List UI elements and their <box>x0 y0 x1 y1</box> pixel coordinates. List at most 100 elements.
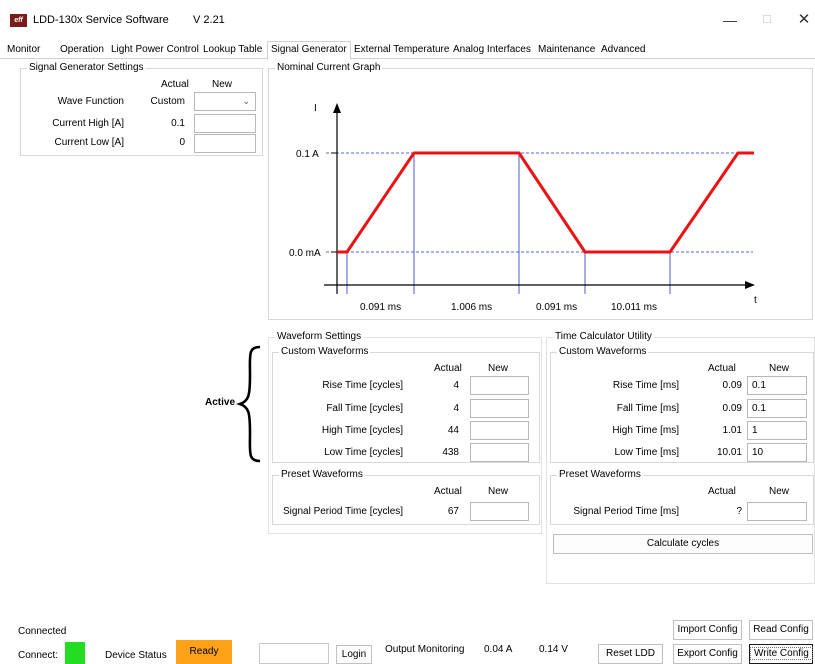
rise-time-cycles-actual: 4 <box>453 380 459 391</box>
app-logo-icon: eff <box>10 14 27 27</box>
high-time-ms-label: High Time [ms] <box>612 425 679 436</box>
low-time-ms-input[interactable]: 10 <box>747 443 807 462</box>
connect-indicator <box>65 642 85 664</box>
calc-preset-waveforms-title: Preset Waveforms <box>557 469 643 480</box>
output-voltage-value: 0.14 V <box>539 644 568 655</box>
high-time-ms-input[interactable]: 1 <box>747 421 807 440</box>
tab-lookup-table[interactable]: Lookup Table <box>200 43 265 59</box>
time-calculator-title: Time Calculator Utility <box>553 331 654 342</box>
current-low-input[interactable] <box>194 134 256 153</box>
tab-analog-interfaces[interactable]: Analog Interfaces <box>450 43 534 59</box>
tab-maintenance[interactable]: Maintenance <box>535 43 598 59</box>
col-new-label: New <box>488 486 509 497</box>
calc-preset-waveforms-group: Preset Waveforms Actual New Signal Perio… <box>550 469 814 525</box>
col-actual-label: Actual <box>434 363 462 374</box>
active-label: Active <box>205 397 236 408</box>
rise-time-cycles-input[interactable] <box>470 376 529 395</box>
tab-operation[interactable]: Operation <box>57 43 107 59</box>
high-time-ms-actual: 1.01 <box>722 425 742 436</box>
low-time-ms-label: Low Time [ms] <box>614 447 679 458</box>
rise-time-ms-input[interactable]: 0.1 <box>747 376 807 395</box>
wave-function-select[interactable]: ⌄ <box>194 92 256 111</box>
chevron-down-icon: ⌄ <box>242 96 250 106</box>
col-new-label: New <box>212 79 233 90</box>
import-config-button[interactable]: Import Config <box>673 620 742 640</box>
preset-waveforms-group: Preset Waveforms Actual New Signal Perio… <box>272 469 540 525</box>
col-actual-label: Actual <box>434 486 462 497</box>
device-status-label: Device Status <box>105 650 167 661</box>
rise-time-ms-actual: 0.09 <box>722 380 742 391</box>
waveform-settings-group: Waveform Settings Custom Waveforms Actua… <box>268 331 542 534</box>
current-high-label: Current High [A] <box>52 118 124 129</box>
low-duration-label: 10.011 ms <box>611 302 657 313</box>
read-config-button[interactable]: Read Config <box>749 620 813 640</box>
low-time-cycles-actual: 438 <box>442 447 459 458</box>
high-time-cycles-input[interactable] <box>470 421 529 440</box>
col-actual-label: Actual <box>708 486 736 497</box>
output-current-value: 0.04 A <box>484 644 513 655</box>
col-new-label: New <box>769 363 790 374</box>
close-icon[interactable]: ✕ <box>789 10 815 30</box>
custom-waveforms-group: Custom Waveforms Actual New Rise Time [c… <box>272 346 540 463</box>
tab-bar: Monitor Operation Light Power Control Lo… <box>0 41 815 60</box>
fall-duration-label: 0.091 ms <box>536 302 577 313</box>
current-low-actual: 0 <box>179 137 185 148</box>
calculate-cycles-button[interactable]: Calculate cycles <box>553 534 813 554</box>
signal-period-ms-input[interactable] <box>747 502 807 521</box>
signal-period-cycles-actual: 67 <box>447 506 459 517</box>
reset-ldd-button[interactable]: Reset LDD <box>598 644 663 664</box>
custom-waveforms-title: Custom Waveforms <box>279 346 371 357</box>
maximize-icon[interactable]: ☐ <box>752 10 782 30</box>
tab-external-temperature[interactable]: External Temperature <box>351 43 452 59</box>
active-brace-icon <box>236 345 261 463</box>
x-axis-label: t <box>754 295 757 306</box>
wave-function-actual: Custom <box>150 96 185 107</box>
y-axis-arrow-icon <box>333 103 341 113</box>
tab-advanced[interactable]: Advanced <box>598 43 648 59</box>
high-time-cycles-label: High Time [cycles] <box>321 425 403 436</box>
low-level-label: 0.0 mA <box>289 248 321 259</box>
title-bar: eff LDD-130x Service Software V 2.21 — ☐… <box>0 0 815 40</box>
window-version: V 2.21 <box>193 14 225 26</box>
fall-time-ms-actual: 0.09 <box>722 403 742 414</box>
signal-waveform <box>337 151 754 254</box>
signal-period-cycles-input[interactable] <box>470 502 529 521</box>
current-high-actual: 0.1 <box>171 118 185 129</box>
export-config-button[interactable]: Export Config <box>673 644 742 664</box>
tab-light-power-control[interactable]: Light Power Control <box>108 43 202 59</box>
write-config-button[interactable]: Write Config <box>749 644 813 664</box>
high-level-label: 0.1 A <box>296 149 319 160</box>
write-config-label: Write Config <box>750 647 813 660</box>
fall-time-ms-label: Fall Time [ms] <box>616 403 679 414</box>
minimize-icon[interactable]: — <box>715 10 745 30</box>
low-time-cycles-input[interactable] <box>470 443 529 462</box>
device-status-badge: Ready <box>176 640 232 664</box>
tab-signal-generator[interactable]: Signal Generator <box>267 41 351 60</box>
window-title: LDD-130x Service Software <box>33 14 169 26</box>
rise-duration-label: 0.091 ms <box>360 302 401 313</box>
col-new-label: New <box>769 486 790 497</box>
signal-generator-settings-group: Signal Generator Settings Actual New Wav… <box>20 62 263 156</box>
high-duration-label: 1.006 ms <box>451 302 492 313</box>
fall-time-cycles-input[interactable] <box>470 399 529 418</box>
calc-custom-waveforms-title: Custom Waveforms <box>557 346 649 357</box>
password-input[interactable] <box>259 643 329 664</box>
preset-waveforms-title: Preset Waveforms <box>279 469 365 480</box>
col-actual-label: Actual <box>161 79 189 90</box>
login-button[interactable]: Login <box>336 645 372 664</box>
y-axis-label: I <box>314 103 317 114</box>
signal-period-ms-actual: ? <box>736 506 742 517</box>
current-high-input[interactable] <box>194 114 256 133</box>
x-axis-arrow-icon <box>745 281 755 289</box>
fall-time-ms-input[interactable]: 0.1 <box>747 399 807 418</box>
waveform-settings-title: Waveform Settings <box>275 331 364 342</box>
rise-time-ms-label: Rise Time [ms] <box>612 380 679 391</box>
connection-status-text: Connected <box>18 626 67 637</box>
tab-monitor[interactable]: Monitor <box>4 43 43 59</box>
col-new-label: New <box>488 363 509 374</box>
signal-period-cycles-label: Signal Period Time [cycles] <box>283 506 404 517</box>
signal-period-ms-label: Signal Period Time [ms] <box>573 506 679 517</box>
wave-function-label: Wave Function <box>57 96 124 107</box>
col-actual-label: Actual <box>708 363 736 374</box>
calc-custom-waveforms-group: Custom Waveforms Actual New Rise Time [m… <box>550 346 814 463</box>
